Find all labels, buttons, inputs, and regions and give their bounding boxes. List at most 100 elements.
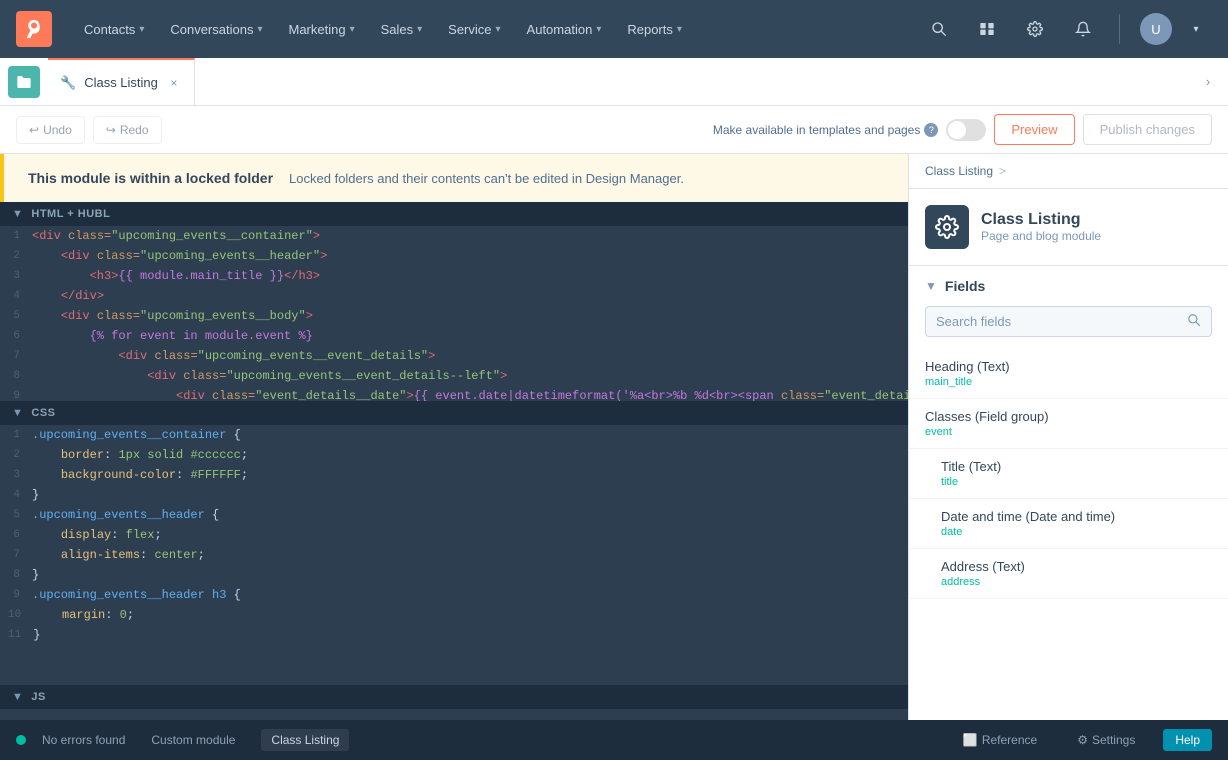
module-header: Class Listing Page and blog module [909,189,1228,266]
locked-banner-description: Locked folders and their contents can't … [289,171,684,186]
fields-section: ▼ Fields Heading (Text) main_title Class… [909,266,1228,720]
breadcrumb-chevron-icon: > [999,164,1006,178]
html-section-header[interactable]: ▼ HTML + HUBL [0,202,908,226]
preview-button[interactable]: Preview [994,114,1074,145]
tab-bar: 🔧 Class Listing × › [0,58,1228,106]
make-available-toggle[interactable] [946,119,986,141]
search-icon[interactable] [1187,313,1201,330]
folder-icon-btn[interactable] [8,66,40,98]
field-label: Heading (Text) [925,359,1212,374]
code-line: 2 border: 1px solid #cccccc; [0,445,908,465]
hubspot-logo[interactable] [16,11,52,47]
marketplace-icon-btn[interactable] [971,13,1003,45]
module-title: Class Listing [981,211,1101,229]
code-line: 6 display: flex; [0,525,908,545]
user-avatar[interactable]: U [1140,13,1172,45]
right-panel: Class Listing > Class Listing Page and b… [908,154,1228,720]
chevron-down-icon: ▾ [596,24,601,35]
tab-overflow-chevron[interactable]: › [1196,70,1220,94]
tab-close-button[interactable]: × [166,75,182,91]
field-item-date[interactable]: Date and time (Date and time) date [909,499,1228,549]
publish-button[interactable]: Publish changes [1083,114,1212,145]
reference-icon: ⬜ [963,733,978,747]
field-label: Address (Text) [941,559,1212,574]
fields-chevron-icon: ▼ [925,279,937,293]
module-icon [925,205,969,249]
field-item-address[interactable]: Address (Text) address [909,549,1228,599]
collapse-icon: ▼ [12,208,23,220]
info-icon[interactable]: ? [924,123,938,137]
breadcrumb-root[interactable]: Class Listing [925,164,993,178]
code-line: 2 <div class="upcoming_events__header"> [0,246,908,266]
code-line: 1 .upcoming_events__container { [0,425,908,445]
nav-items: Contacts ▾ Conversations ▾ Marketing ▾ S… [72,14,923,45]
field-key: title [941,476,1212,488]
nav-marketing[interactable]: Marketing ▾ [276,14,366,45]
toolbar: ↩ Undo ↪ Redo Make available in template… [0,106,1228,154]
field-item-classes[interactable]: Classes (Field group) event [909,399,1228,449]
notifications-icon-btn[interactable] [1067,13,1099,45]
nav-automation[interactable]: Automation ▾ [515,14,614,45]
status-text: No errors found [42,733,125,747]
code-line: 8 } [0,565,908,585]
nav-contacts[interactable]: Contacts ▾ [72,14,156,45]
main-layout: This module is within a locked folder Lo… [0,154,1228,720]
css-code-editor[interactable]: 1 .upcoming_events__container { 2 border… [0,425,908,685]
code-line: 5 .upcoming_events__header { [0,505,908,525]
fields-list: Heading (Text) main_title Classes (Field… [909,349,1228,720]
field-item-title[interactable]: Title (Text) title [909,449,1228,499]
bottom-tab-custom-module[interactable]: Custom module [141,729,245,751]
field-key: main_title [925,376,1212,388]
search-icon-btn[interactable] [923,13,955,45]
code-line: 6 {% for event in module.event %} [0,326,908,346]
html-code-editor[interactable]: 1 <div class="upcoming_events__container… [0,226,908,401]
chevron-down-icon: ▾ [350,24,355,35]
redo-button[interactable]: ↪ Redo [93,116,162,144]
help-button[interactable]: Help [1163,729,1212,751]
reference-button[interactable]: ⬜ Reference [951,729,1049,751]
code-line: 4 </div> [0,286,908,306]
status-dot-icon [16,735,26,745]
field-label: Title (Text) [941,459,1212,474]
collapse-icon: ▼ [12,691,23,703]
chevron-down-icon: ▾ [139,24,144,35]
html-section-label: HTML + HUBL [31,208,110,220]
settings-icon: ⚙ [1077,733,1088,747]
settings-icon-btn[interactable] [1019,13,1051,45]
search-fields-input[interactable] [936,314,1187,329]
fields-header[interactable]: ▼ Fields [909,266,1228,306]
code-line: 4 } [0,485,908,505]
wrench-icon: 🔧 [60,75,76,91]
code-line: 9 .upcoming_events__header h3 { [0,585,908,605]
chevron-down-icon: ▾ [677,24,682,35]
undo-button[interactable]: ↩ Undo [16,116,85,144]
redo-icon: ↪ [106,123,116,137]
nav-service[interactable]: Service ▾ [436,14,512,45]
nav-sales[interactable]: Sales ▾ [369,14,435,45]
css-section-header[interactable]: ▼ CSS [0,401,908,425]
js-section-label: JS [31,691,45,703]
nav-right-icons: U ▾ [923,13,1212,45]
nav-conversations[interactable]: Conversations ▾ [158,14,274,45]
collapse-icon: ▼ [12,407,23,419]
js-section-header[interactable]: ▼ JS [0,685,908,709]
bottom-bar: No errors found Custom module Class List… [0,720,1228,760]
tab-class-listing[interactable]: 🔧 Class Listing × [48,58,195,106]
search-bar [909,306,1228,349]
code-line: 11 } [0,625,908,645]
nav-reports[interactable]: Reports ▾ [615,14,694,45]
code-line: 9 <div class="event_details__date">{{ ev… [0,386,908,401]
settings-button[interactable]: ⚙ Settings [1065,729,1147,751]
avatar-chevron-icon[interactable]: ▾ [1180,13,1212,45]
locked-banner: This module is within a locked folder Lo… [0,154,908,202]
bottom-tab-class-listing[interactable]: Class Listing [261,729,349,751]
code-line: 10 margin: 0; [0,605,908,625]
field-key: event [925,426,1212,438]
chevron-down-icon: ▾ [257,24,262,35]
module-info: Class Listing Page and blog module [981,211,1101,243]
field-item-heading[interactable]: Heading (Text) main_title [909,349,1228,399]
chevron-down-icon: ▾ [417,24,422,35]
code-line: 7 align-items: center; [0,545,908,565]
top-navigation: Contacts ▾ Conversations ▾ Marketing ▾ S… [0,0,1228,58]
code-line: 8 <div class="upcoming_events__event_det… [0,366,908,386]
